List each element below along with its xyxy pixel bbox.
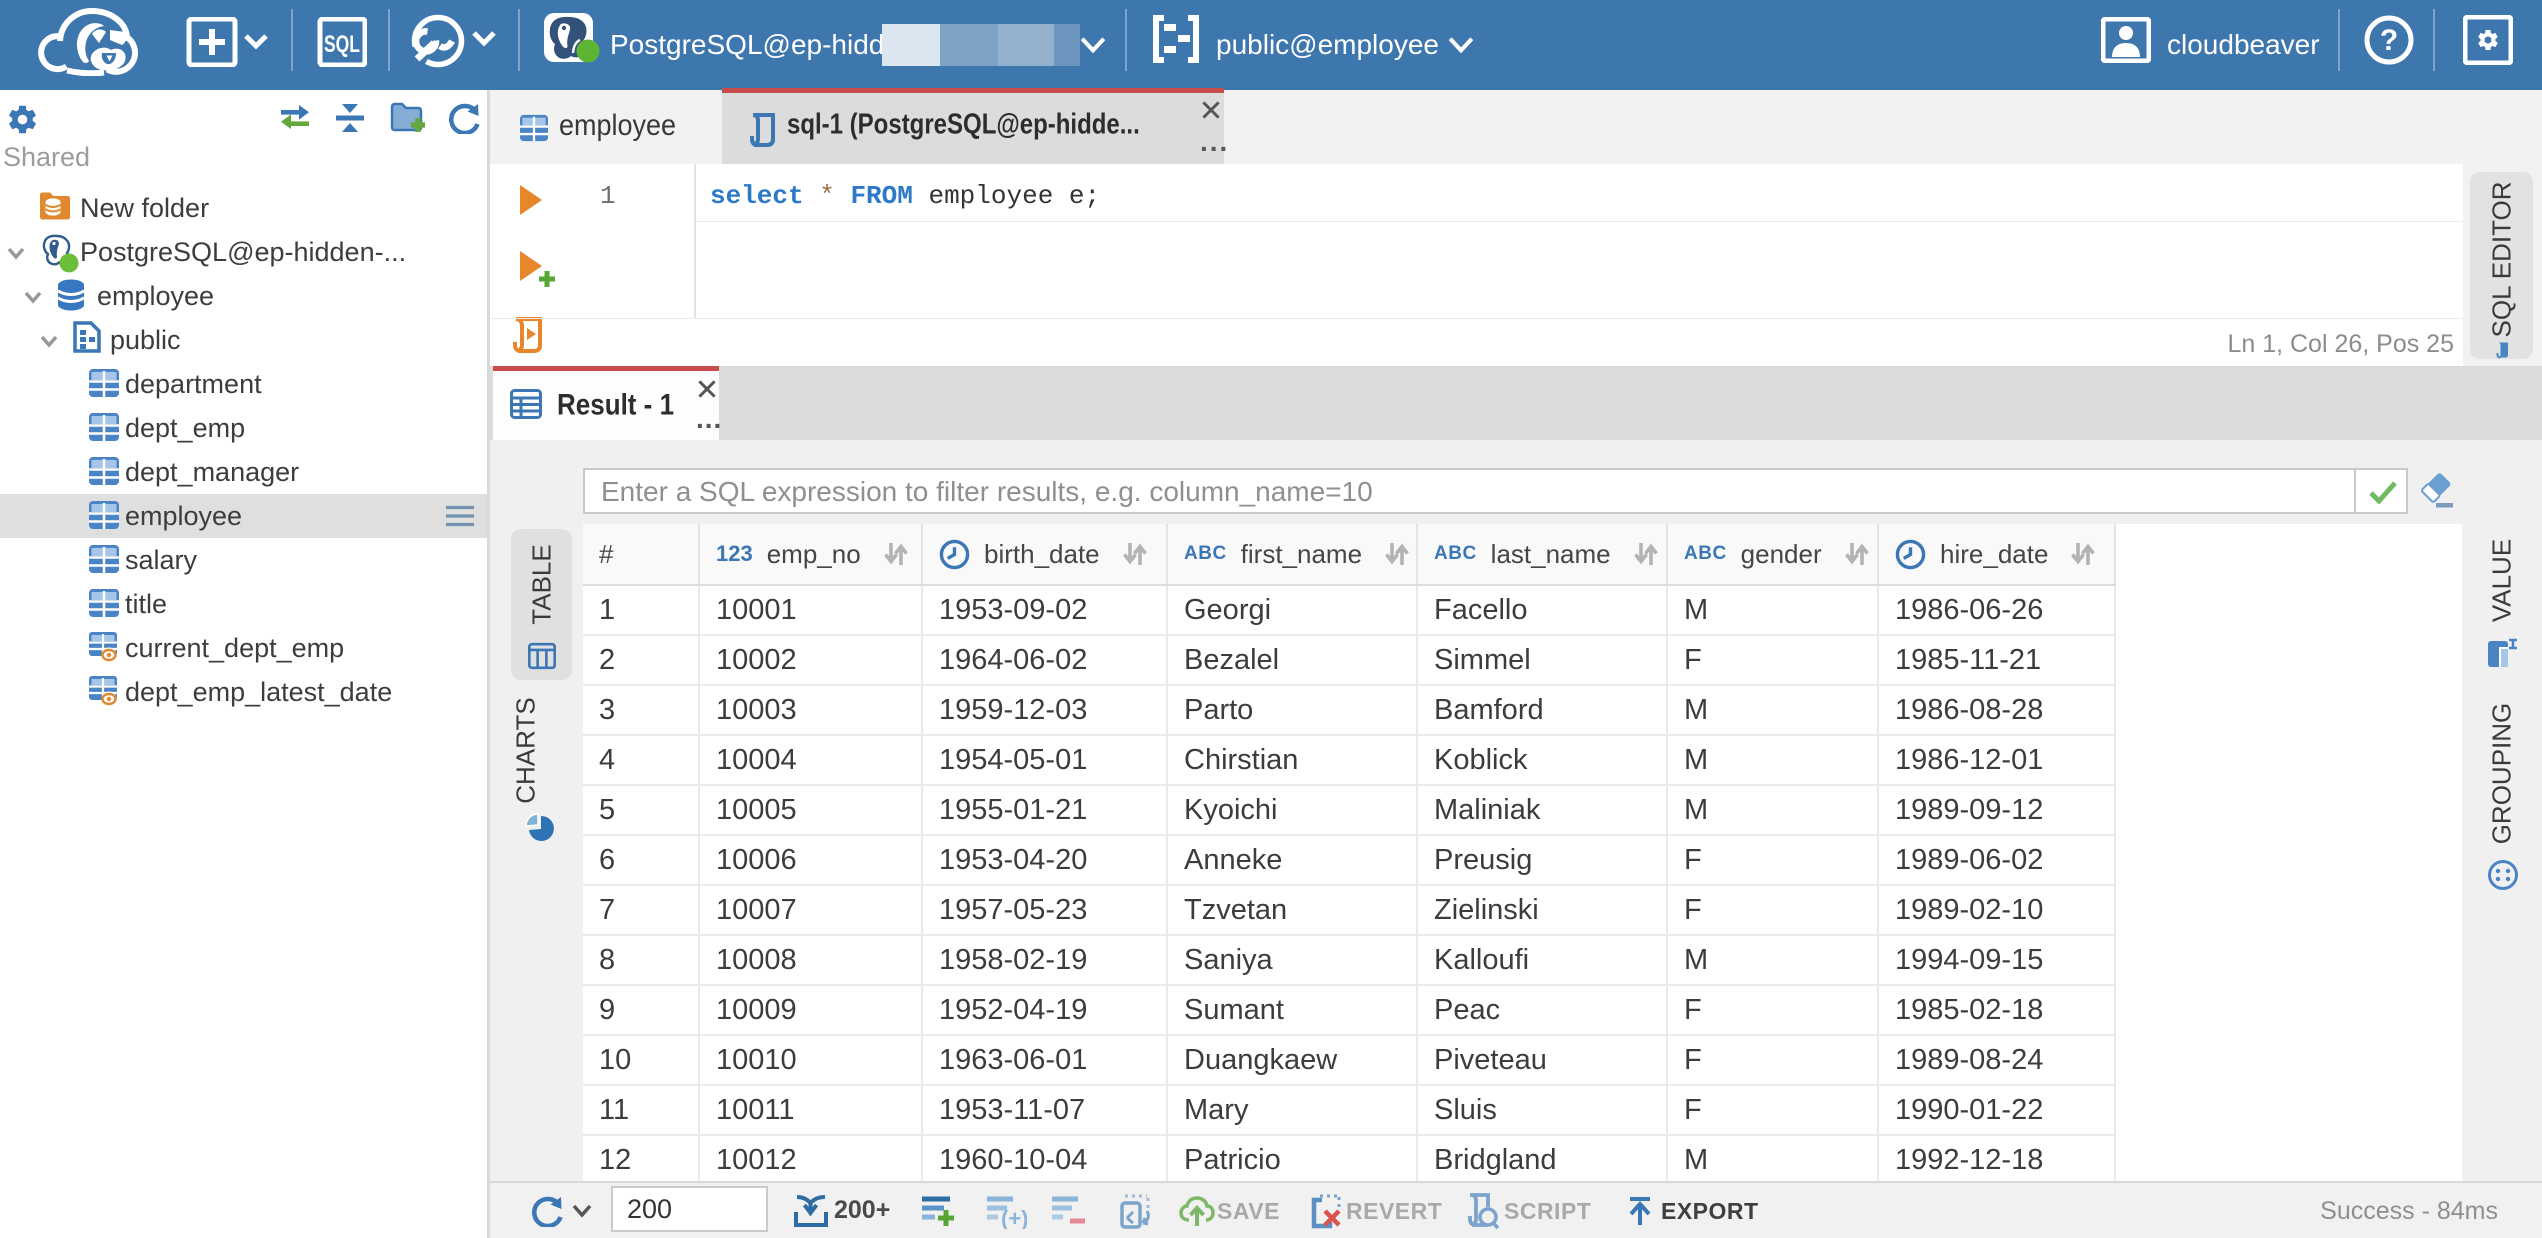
svg-text:(+): (+) [1001,1206,1027,1229]
svg-text:SQL: SQL [324,31,360,58]
svg-text:?: ? [2380,24,2398,57]
